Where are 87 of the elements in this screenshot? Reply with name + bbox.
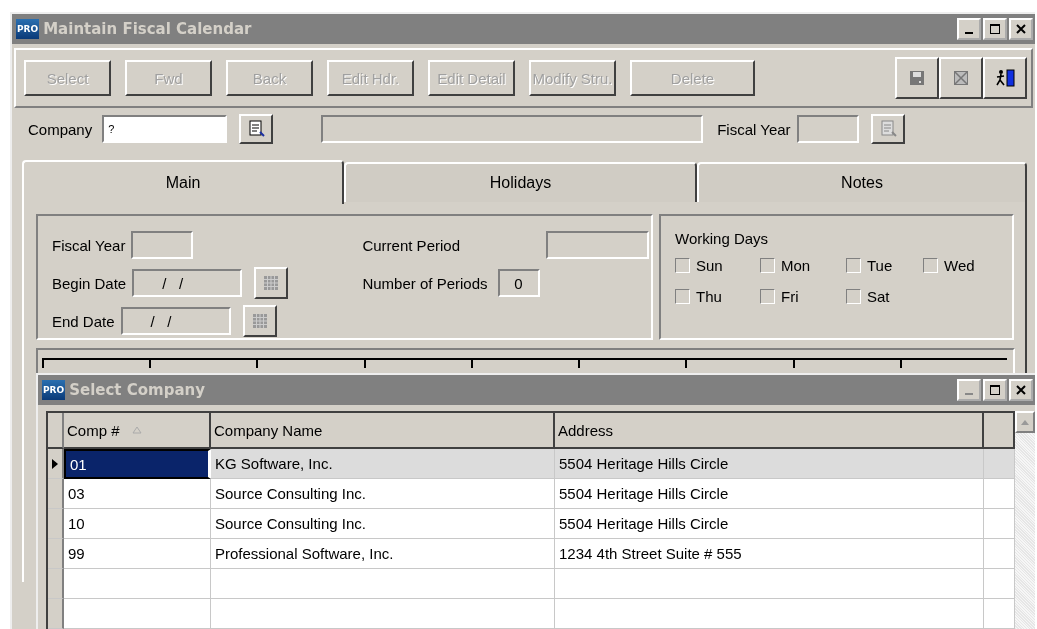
calendar-grid-icon [252, 314, 267, 328]
app-badge: PRO [42, 380, 66, 400]
maximize-icon [990, 385, 1000, 395]
current-row-arrow-icon [52, 458, 58, 469]
number-of-periods-field: 0 [497, 269, 540, 297]
close-button[interactable] [1009, 18, 1033, 40]
begin-date-label: Begin Date [52, 274, 127, 292]
calendar-button[interactable] [242, 305, 277, 337]
day-checkbox[interactable]: Sun [675, 257, 760, 274]
checkbox[interactable] [675, 258, 690, 273]
end-date-field[interactable]: / / [120, 307, 231, 335]
day-checkbox[interactable]: Mon [760, 257, 846, 274]
table-cell: Professional Software, Inc. [211, 539, 555, 569]
sort-ascending-icon [131, 426, 142, 434]
table-cell: Source Consulting Inc. [211, 479, 555, 509]
table-cell: 99 [64, 539, 211, 569]
close-icon [1016, 24, 1026, 34]
app-badge: PRO [16, 19, 40, 39]
row-indicator-cell[interactable] [48, 569, 64, 599]
checkbox[interactable] [760, 258, 775, 273]
calendar-grid-icon [264, 276, 279, 290]
minimize-icon [965, 32, 973, 34]
working-days-label: Working Days [675, 230, 769, 247]
end-date-label: End Date [52, 312, 115, 330]
crossed-page-icon [953, 70, 969, 86]
fiscal-year-field [796, 115, 859, 143]
day-checkbox[interactable]: Fri [760, 288, 846, 305]
tab[interactable]: Holidays [344, 162, 697, 202]
vertical-scrollbar[interactable] [1015, 411, 1035, 629]
fiscal-year-field [131, 231, 194, 259]
scroll-up-button[interactable] [1015, 411, 1035, 433]
document-lookup-icon [247, 120, 266, 138]
column-header[interactable]: Company Name [211, 413, 555, 449]
row-indicator-cell[interactable] [48, 509, 64, 539]
day-checkbox[interactable]: Wed [923, 257, 1003, 274]
calendar-button[interactable] [254, 267, 289, 299]
save-button[interactable] [895, 57, 939, 99]
company-field[interactable]: ? [102, 115, 228, 143]
company-label: Company [28, 120, 93, 138]
number-of-periods-label: Number of Periods [362, 274, 488, 292]
table-cell: 5504 Heritage Hills Circle [555, 449, 984, 479]
minimize-button[interactable] [957, 18, 981, 40]
day-checkbox[interactable]: Thu [675, 288, 760, 305]
current-period-label: Current Period [362, 236, 461, 254]
table-cell: 01 [64, 449, 211, 479]
begin-date-field[interactable]: / / [132, 269, 243, 297]
document-lookup-icon [878, 120, 897, 138]
minimize-icon [965, 393, 973, 395]
maximize-button[interactable] [983, 18, 1007, 40]
lookup-button[interactable] [239, 114, 274, 144]
window-title: Maintain Fiscal Calendar [43, 20, 253, 38]
dialog-title: Select Company [69, 381, 207, 399]
maximize-button[interactable] [983, 379, 1007, 401]
row-header-corner [48, 413, 64, 449]
close-button[interactable] [1009, 379, 1033, 401]
fiscal-year-label: Fiscal Year [52, 236, 126, 254]
cancel-button[interactable] [939, 57, 983, 99]
lookup-button[interactable] [870, 114, 905, 144]
table-cell: 1234 4th Street Suite # 555 [555, 539, 984, 569]
table-cell: 5504 Heritage Hills Circle [555, 509, 984, 539]
up-arrow-icon [1021, 419, 1029, 425]
column-header[interactable]: Address [555, 413, 984, 449]
checkbox[interactable] [846, 289, 861, 304]
day-checkbox[interactable]: Sat [846, 288, 923, 305]
table-cell: 03 [64, 479, 211, 509]
tab[interactable]: Main [22, 160, 344, 204]
row-indicator-cell[interactable] [48, 449, 64, 479]
table-cell: KG Software, Inc. [211, 449, 555, 479]
day-checkbox[interactable]: Tue [846, 257, 923, 274]
row-indicator-cell[interactable] [48, 539, 64, 569]
table-cell: 10 [64, 509, 211, 539]
checkbox[interactable] [760, 289, 775, 304]
person-exiting-door-icon [995, 69, 1015, 87]
exit-button[interactable] [983, 57, 1027, 99]
row-indicator-cell[interactable] [48, 479, 64, 509]
checkbox[interactable] [846, 258, 861, 273]
fiscal-year-label: Fiscal Year [717, 120, 791, 138]
column-header[interactable]: Comp # [64, 413, 211, 449]
maximize-icon [990, 24, 1000, 34]
table-cell: Source Consulting Inc. [211, 509, 555, 539]
table-cell: 5504 Heritage Hills Circle [555, 479, 984, 509]
close-icon [1016, 385, 1026, 395]
row-indicator-cell[interactable] [48, 599, 64, 629]
table-cell [984, 449, 1015, 479]
tab[interactable]: Notes [697, 162, 1027, 202]
checkbox[interactable] [923, 258, 938, 273]
checkbox[interactable] [675, 289, 690, 304]
